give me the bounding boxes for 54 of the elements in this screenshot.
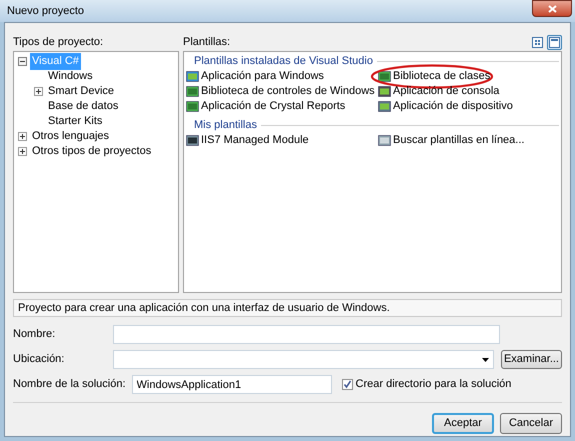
close-button[interactable] xyxy=(532,0,572,17)
template-icon xyxy=(378,134,391,147)
template-label: Buscar plantillas en línea... xyxy=(393,133,524,148)
template-icon xyxy=(186,70,199,83)
template-item[interactable]: Buscar plantillas en línea... xyxy=(378,132,524,149)
collapse-icon[interactable] xyxy=(18,57,26,66)
field-label: Nombre: xyxy=(13,327,56,342)
template-icon xyxy=(186,100,199,113)
template-item[interactable]: Aplicación de dispositivo xyxy=(378,98,513,115)
template-icon xyxy=(378,85,391,98)
template-icon xyxy=(378,100,391,113)
template-label: Aplicación de consola xyxy=(393,84,500,100)
template-icon xyxy=(186,134,199,147)
tree-item[interactable]: Otros tipos de proyectos xyxy=(30,143,154,160)
template-item[interactable]: Biblioteca de controles de Windows xyxy=(186,83,375,100)
tree-item[interactable]: Otros lenguajes xyxy=(30,128,112,145)
window-title: Nuevo proyecto xyxy=(7,4,84,19)
template-item[interactable]: Aplicación para Windows xyxy=(186,68,324,85)
template-label: Aplicación de Crystal Reports xyxy=(201,99,346,114)
tree-item[interactable]: Smart Device xyxy=(46,83,116,100)
section-label: Tipos de proyecto: xyxy=(13,35,104,50)
solution-name-field[interactable]: WindowsApplication1 xyxy=(132,375,332,394)
expand-icon[interactable] xyxy=(18,132,26,141)
template-label: IIS7 Managed Module xyxy=(201,133,309,148)
template-icon xyxy=(186,85,199,98)
group-header: Plantillas instaladas de Visual Studio xyxy=(194,54,373,70)
tree-item[interactable]: Starter Kits xyxy=(46,113,104,130)
template-label: Aplicación para Windows xyxy=(201,69,324,84)
template-label: Biblioteca de clases xyxy=(393,69,490,84)
expand-icon[interactable] xyxy=(34,87,42,96)
template-icon xyxy=(378,70,391,83)
expand-icon[interactable] xyxy=(18,147,26,156)
template-item[interactable]: Aplicación de Crystal Reports xyxy=(186,98,346,115)
dialog-button[interactable]: Cancelar xyxy=(500,413,562,434)
tree-item[interactable]: Windows xyxy=(46,68,95,85)
tree-item[interactable]: Base de datos xyxy=(46,98,120,115)
large-icons-view-button[interactable] xyxy=(547,34,562,50)
section-label: Plantillas: xyxy=(183,34,230,50)
name-field[interactable] xyxy=(113,325,500,344)
dialog-button[interactable]: Aceptar xyxy=(432,413,494,434)
field-label: Ubicación: xyxy=(13,352,66,368)
small-icons-view-button[interactable] xyxy=(530,34,545,50)
checkbox[interactable] xyxy=(342,379,353,390)
template-item[interactable]: Aplicación de consola xyxy=(378,83,500,100)
template-label: Aplicación de dispositivo xyxy=(393,99,513,114)
dropdown-caret-icon xyxy=(482,358,489,362)
field-label: Nombre de la solución: xyxy=(13,377,127,392)
browse-button[interactable]: Examinar... xyxy=(500,350,562,369)
template-label: Biblioteca de controles de Windows xyxy=(201,84,375,100)
group-header: Mis plantillas xyxy=(194,118,257,134)
close-icon xyxy=(548,4,556,12)
template-item[interactable]: IIS7 Managed Module xyxy=(186,132,309,149)
description-bar: Proyecto para crear una aplicación con una interfaz de usuario de Windows. xyxy=(13,299,562,317)
checkbox-label: Crear directorio para la solución xyxy=(356,377,512,392)
